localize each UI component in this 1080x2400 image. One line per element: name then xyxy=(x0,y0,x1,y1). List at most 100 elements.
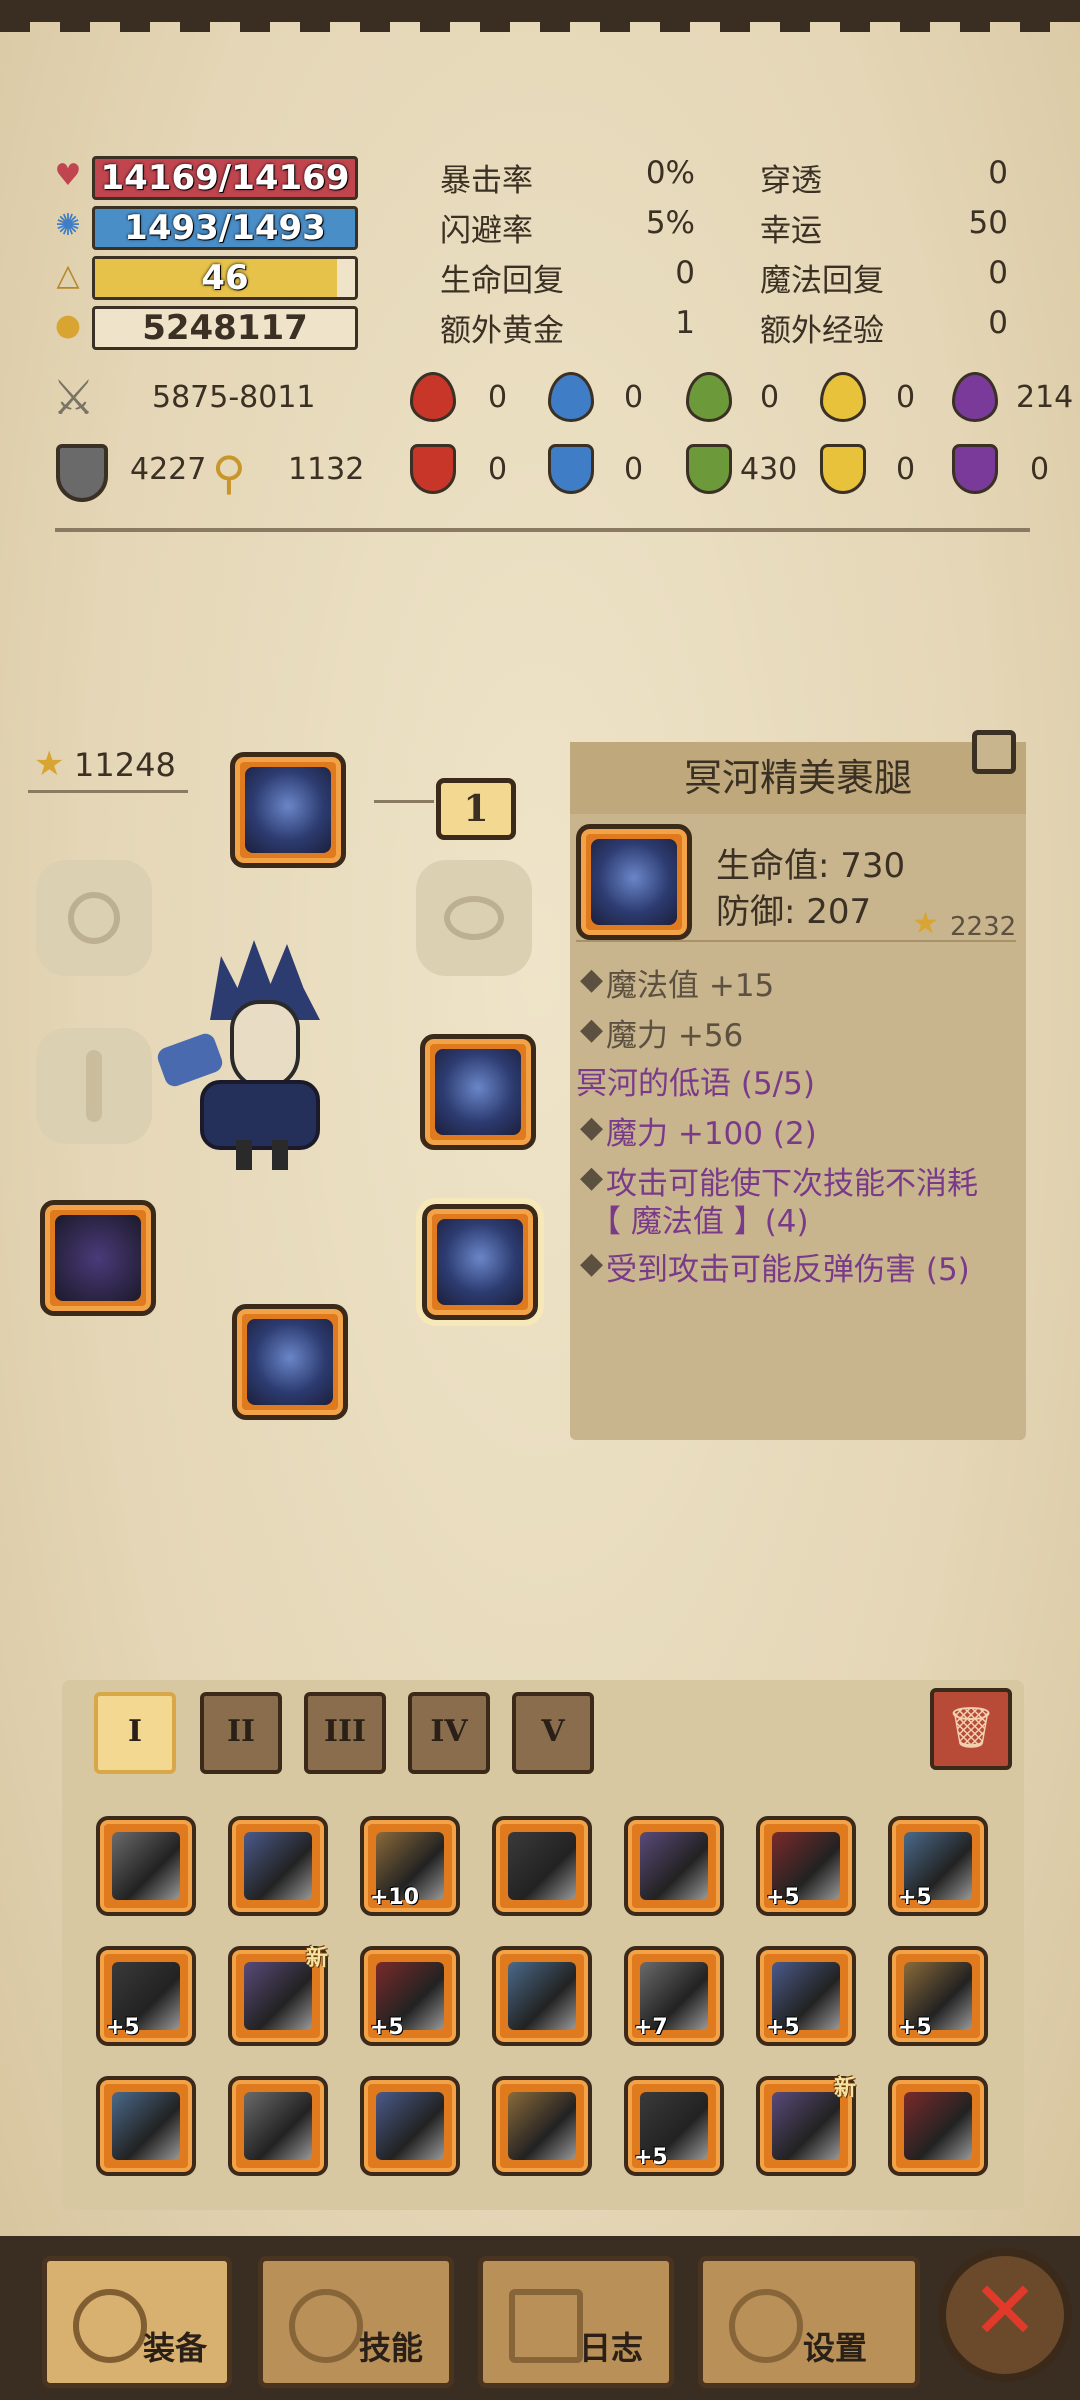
nav-log-tab[interactable]: 日志 xyxy=(478,2256,674,2388)
close-button[interactable]: ✕ xyxy=(938,2248,1072,2382)
inventory-item[interactable]: +7 xyxy=(624,1946,724,2046)
panel-divider xyxy=(576,940,1016,942)
item-score: 2232 xyxy=(950,912,1017,942)
connector-line xyxy=(28,790,188,793)
nature-resist-icon xyxy=(686,444,732,494)
item-upgrade-level: +5 xyxy=(766,2015,800,2040)
nav-log-label: 日志 xyxy=(579,2329,644,2367)
nav-skills-label: 技能 xyxy=(359,2329,424,2367)
inventory-item[interactable] xyxy=(228,2076,328,2176)
inventory-tab-2[interactable]: II xyxy=(200,1692,282,1774)
inventory-item[interactable] xyxy=(624,1816,724,1916)
inventory-tab-5[interactable]: V xyxy=(512,1692,594,1774)
set-name: 冥河的低语 (5/5) xyxy=(576,1066,815,1102)
magic-staff-icon: ⚲ xyxy=(212,446,246,500)
water-attack-value: 0 xyxy=(624,380,644,415)
inventory-item[interactable]: +5 xyxy=(888,1816,988,1916)
level-value: 46 xyxy=(201,258,249,298)
inventory-item[interactable]: +5 xyxy=(756,1946,856,2046)
nature-attack-value: 0 xyxy=(760,380,780,415)
inventory-item[interactable] xyxy=(492,1946,592,2046)
attr-value: 0% xyxy=(645,155,695,191)
attr-label: 额外黄金 xyxy=(440,313,564,349)
inventory-item[interactable]: 新 xyxy=(756,2076,856,2176)
top-border xyxy=(0,0,1080,32)
item-icon xyxy=(508,2092,576,2160)
lightning-attack-value: 0 xyxy=(896,380,916,415)
section-divider xyxy=(55,528,1030,532)
weapon-slot[interactable] xyxy=(40,1200,156,1316)
shadow-resist-icon xyxy=(952,444,998,494)
inventory-item[interactable]: +5 xyxy=(624,2076,724,2176)
hp-value: 14169/14169 xyxy=(100,158,350,198)
item-icon xyxy=(244,1832,312,1900)
bonus-mp: 魔法值 +15 xyxy=(606,968,775,1004)
item-upgrade-level: +5 xyxy=(106,2015,140,2040)
lock-count-badge[interactable]: 1 xyxy=(436,778,516,840)
nav-equip-tab[interactable]: 装备 xyxy=(42,2256,232,2388)
helmet-slot[interactable] xyxy=(230,752,346,868)
attr-label: 穿透 xyxy=(760,163,822,199)
trash-button[interactable]: 🗑 xyxy=(930,1688,1012,1770)
item-icon xyxy=(376,2092,444,2160)
gold-icon: ● xyxy=(54,308,82,343)
bonus-magic: 魔力 +56 xyxy=(606,1018,744,1054)
inventory-item[interactable]: +10 xyxy=(360,1816,460,1916)
inventory-item[interactable]: +5 xyxy=(888,1946,988,2046)
item-icon xyxy=(112,1832,180,1900)
inventory-tab-1[interactable]: I xyxy=(94,1692,176,1774)
inventory-item[interactable] xyxy=(96,1816,196,1916)
lightning-resist-icon xyxy=(820,444,866,494)
item-upgrade-level: +5 xyxy=(898,2015,932,2040)
item-name: 冥河精美裹腿 xyxy=(570,742,1026,814)
amulet-slot[interactable] xyxy=(416,860,532,976)
attr-value: 0 xyxy=(675,255,695,291)
inventory-item[interactable]: +5 xyxy=(96,1946,196,2046)
chest-armor-slot[interactable] xyxy=(420,1034,536,1150)
mana-icon: ✺ xyxy=(55,208,81,243)
offhand-slot[interactable] xyxy=(36,1028,152,1144)
item-upgrade-level: +5 xyxy=(370,2015,404,2040)
nav-skills-tab[interactable]: 技能 xyxy=(258,2256,454,2388)
inventory-tab-4[interactable]: IV xyxy=(408,1692,490,1774)
nav-settings-tab[interactable]: 设置 xyxy=(698,2256,920,2388)
bullet-icon: ◆ xyxy=(580,962,604,997)
inventory-item[interactable] xyxy=(96,2076,196,2176)
bullet-icon: ◆ xyxy=(580,1012,604,1047)
hp-bar: 14169/14169 xyxy=(92,156,358,200)
water-resist-icon xyxy=(548,444,594,494)
item-icon xyxy=(904,2092,972,2160)
item-upgrade-level: +5 xyxy=(766,1885,800,1910)
inventory-item[interactable] xyxy=(360,2076,460,2176)
connector-line xyxy=(374,800,434,803)
nature-resist-value: 430 xyxy=(740,452,798,487)
legs-slot-selected[interactable] xyxy=(416,1198,544,1326)
gold-value: 5248117 xyxy=(142,308,308,348)
inventory-item[interactable]: +5 xyxy=(360,1946,460,2046)
inventory-tab-3[interactable]: III xyxy=(304,1692,386,1774)
shield-icon xyxy=(56,444,108,502)
ring-slot[interactable] xyxy=(36,860,152,976)
mp-bar: 1493/1493 xyxy=(92,206,358,250)
attack-value: 5875-8011 xyxy=(152,380,316,415)
boots-slot[interactable] xyxy=(232,1304,348,1420)
item-upgrade-level: +7 xyxy=(634,2015,668,2040)
inventory-item[interactable]: 新 xyxy=(228,1946,328,2046)
inventory-item[interactable] xyxy=(888,2076,988,2176)
item-defense: 防御: 207 xyxy=(716,892,872,932)
fire-attack-value: 0 xyxy=(488,380,508,415)
item-icon xyxy=(508,1832,576,1900)
total-score: 11248 xyxy=(74,746,176,784)
nav-settings-label: 设置 xyxy=(803,2329,868,2367)
attr-value: 50 xyxy=(968,205,1008,241)
unlock-icon[interactable] xyxy=(972,730,1016,774)
inventory-item[interactable] xyxy=(492,1816,592,1916)
inventory-item[interactable] xyxy=(228,1816,328,1916)
inventory-item[interactable] xyxy=(492,2076,592,2176)
inventory-item[interactable]: +5 xyxy=(756,1816,856,1916)
star-icon: ★ xyxy=(912,906,939,941)
water-resist-value: 0 xyxy=(624,452,644,487)
shadow-attack-value: 214 xyxy=(1016,380,1074,415)
attr-value: 1 xyxy=(675,305,695,341)
defense-value: 4227 xyxy=(130,452,207,487)
